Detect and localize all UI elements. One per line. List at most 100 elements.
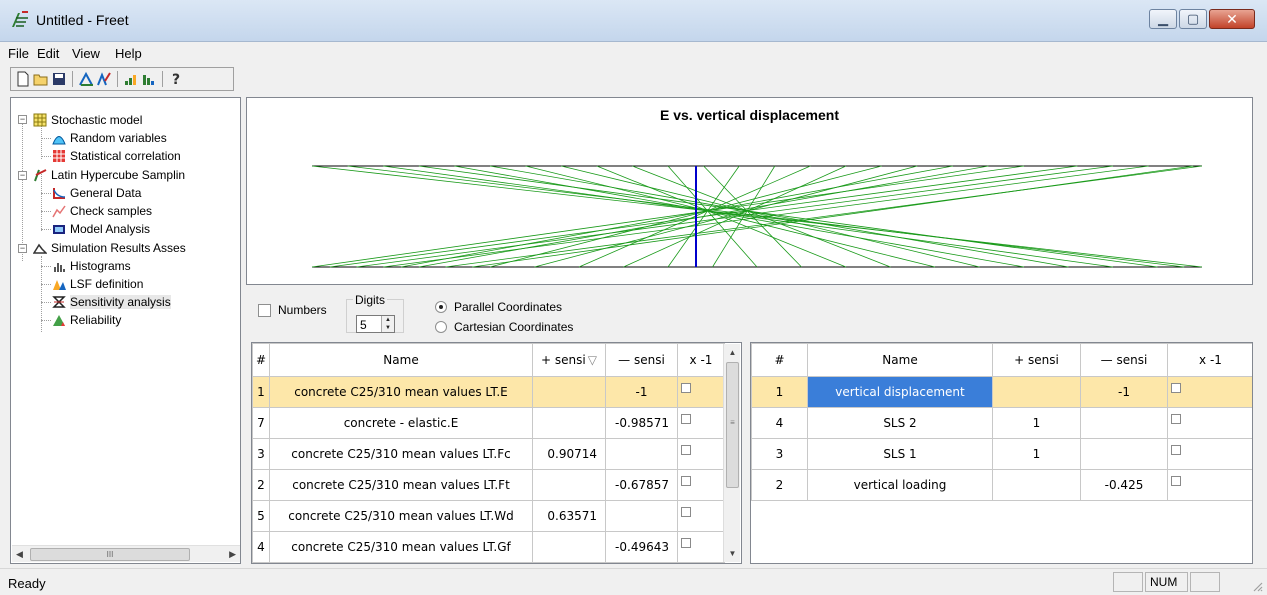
tree-item-lhs[interactable]: Latin Hypercube Samplin xyxy=(32,166,185,183)
parallel-radio[interactable] xyxy=(435,301,447,313)
invert-checkbox[interactable] xyxy=(681,383,691,393)
invert-checkbox[interactable] xyxy=(1171,383,1181,393)
row-positive-sensitivity[interactable] xyxy=(992,376,1081,408)
tree-item-sensitivity-analysis[interactable]: Sensitivity analysis xyxy=(51,293,171,310)
scroll-left-icon[interactable]: ◀ xyxy=(16,549,23,560)
menu-view[interactable]: View xyxy=(72,46,100,61)
row-negative-sensitivity[interactable] xyxy=(1080,407,1168,439)
help-button[interactable]: ? xyxy=(167,70,185,88)
resize-grip-icon[interactable] xyxy=(1251,580,1263,592)
row-positive-sensitivity[interactable]: 1 xyxy=(992,407,1081,439)
row-name[interactable]: vertical loading xyxy=(807,469,993,501)
menu-edit[interactable]: Edit xyxy=(37,46,59,61)
table-vertical-scrollbar[interactable]: ▲ ≡ ▼ xyxy=(723,344,740,562)
row-name[interactable]: vertical displacement xyxy=(807,376,993,408)
invert-cell[interactable] xyxy=(677,500,725,532)
column-header-pos-sensi[interactable]: + sensi ▽ xyxy=(532,343,606,377)
cartesian-radio[interactable] xyxy=(435,321,447,333)
row-name[interactable]: concrete C25/310 mean values LT.Ft xyxy=(269,469,533,501)
save-button[interactable] xyxy=(50,70,68,88)
column-header-name[interactable]: Name xyxy=(807,343,993,377)
column-header-neg-sensi[interactable]: — sensi xyxy=(1080,343,1168,377)
invert-cell[interactable] xyxy=(1167,407,1252,439)
table-row[interactable]: 3 concrete C25/310 mean values LT.Fc 0.907… xyxy=(252,438,725,470)
row-positive-sensitivity[interactable] xyxy=(532,531,606,563)
column-header-pos-sensi[interactable]: + sensi xyxy=(992,343,1081,377)
new-button[interactable] xyxy=(14,70,32,88)
invert-checkbox[interactable] xyxy=(681,445,691,455)
row-name[interactable]: concrete C25/310 mean values LT.Wd xyxy=(269,500,533,532)
row-number[interactable]: 1 xyxy=(252,376,270,408)
column-header-invert[interactable]: x -1 xyxy=(677,343,725,377)
collapse-stochastic-icon[interactable]: − xyxy=(18,115,27,124)
table-row[interactable]: 1 vertical displacement -1 xyxy=(751,376,1252,408)
invert-cell[interactable] xyxy=(1167,376,1252,408)
open-button[interactable] xyxy=(32,70,50,88)
radio-cartesian-row[interactable]: Cartesian Coordinates xyxy=(435,320,573,334)
scrollbar-thumb[interactable]: ≡ xyxy=(726,362,739,488)
invert-cell[interactable] xyxy=(1167,469,1252,501)
digits-value[interactable]: 5 xyxy=(360,318,367,332)
row-number[interactable]: 5 xyxy=(252,500,270,532)
row-name[interactable]: concrete C25/310 mean values LT.Gf xyxy=(269,531,533,563)
row-name[interactable]: SLS 1 xyxy=(807,438,993,470)
export-button[interactable] xyxy=(122,70,140,88)
row-negative-sensitivity[interactable] xyxy=(1080,438,1168,470)
column-header-num[interactable]: # xyxy=(252,343,270,377)
tree-item-check-samples[interactable]: Check samples xyxy=(51,202,152,219)
tree-item-model-analysis[interactable]: Model Analysis xyxy=(51,220,150,237)
menu-help[interactable]: Help xyxy=(115,46,142,61)
table-row[interactable]: 2 vertical loading -0.425 xyxy=(751,469,1252,501)
tree-horizontal-scrollbar[interactable]: ◀ III ▶ xyxy=(12,545,240,562)
row-name[interactable]: concrete C25/310 mean values LT.Fc xyxy=(269,438,533,470)
invert-cell[interactable] xyxy=(677,376,725,408)
tree-item-reliability[interactable]: Reliability xyxy=(51,311,121,328)
tree-item-simulation-results[interactable]: Simulation Results Asses xyxy=(32,239,186,256)
tree-item-stochastic-model[interactable]: Stochastic model xyxy=(32,111,142,128)
row-number[interactable]: 4 xyxy=(751,407,808,439)
column-header-name[interactable]: Name xyxy=(269,343,533,377)
scroll-right-icon[interactable]: ▶ xyxy=(229,549,236,560)
table-row[interactable]: 5 concrete C25/310 mean values LT.Wd 0.635… xyxy=(252,500,725,532)
row-positive-sensitivity[interactable] xyxy=(532,469,606,501)
random-variables-table[interactable]: # Name + sensi ▽ — sensi x -1 1 concrete C… xyxy=(251,342,742,564)
invert-checkbox[interactable] xyxy=(681,476,691,486)
minimize-button[interactable]: ▁ xyxy=(1149,9,1177,29)
invert-cell[interactable] xyxy=(1167,438,1252,470)
column-header-num[interactable]: # xyxy=(751,343,808,377)
row-positive-sensitivity[interactable] xyxy=(992,469,1081,501)
scroll-down-icon[interactable]: ▼ xyxy=(724,545,741,562)
row-positive-sensitivity[interactable]: 0.90714 xyxy=(532,438,606,470)
maximize-button[interactable]: ▢ xyxy=(1179,9,1207,29)
sampling-button[interactable] xyxy=(77,70,95,88)
invert-checkbox[interactable] xyxy=(1171,414,1181,424)
radio-parallel-row[interactable]: Parallel Coordinates xyxy=(435,300,562,314)
invert-cell[interactable] xyxy=(677,469,725,501)
tree-item-statistical-correlation[interactable]: Statistical correlation xyxy=(51,147,181,164)
tree-item-random-variables[interactable]: Random variables xyxy=(51,129,167,146)
row-positive-sensitivity[interactable] xyxy=(532,407,606,439)
row-positive-sensitivity[interactable] xyxy=(532,376,606,408)
scroll-up-icon[interactable]: ▲ xyxy=(724,344,741,361)
row-name[interactable]: concrete - elastic.E xyxy=(269,407,533,439)
numbers-checkbox-row[interactable]: Numbers xyxy=(258,303,327,317)
row-number[interactable]: 2 xyxy=(252,469,270,501)
invert-checkbox[interactable] xyxy=(1171,445,1181,455)
row-negative-sensitivity[interactable]: -1 xyxy=(1080,376,1168,408)
table-row[interactable]: 3 SLS 11 xyxy=(751,438,1252,470)
row-name[interactable]: concrete C25/310 mean values LT.E xyxy=(269,376,533,408)
tree-item-histograms[interactable]: Histograms xyxy=(51,257,131,274)
row-number[interactable]: 3 xyxy=(751,438,808,470)
scrollbar-thumb[interactable]: III xyxy=(30,548,190,561)
invert-checkbox[interactable] xyxy=(681,538,691,548)
invert-cell[interactable] xyxy=(677,531,725,563)
digits-spinner[interactable]: 5 ▲ ▼ xyxy=(356,315,395,333)
invert-checkbox[interactable] xyxy=(681,414,691,424)
table-row[interactable]: 4 concrete C25/310 mean values LT.Gf -0.49… xyxy=(252,531,725,563)
project-tree[interactable]: − − − Stochastic model Random variables … xyxy=(10,97,241,564)
row-name[interactable]: SLS 2 xyxy=(807,407,993,439)
row-negative-sensitivity[interactable]: -1 xyxy=(605,376,678,408)
close-button[interactable]: ✕ xyxy=(1209,9,1255,29)
numbers-checkbox[interactable] xyxy=(258,303,271,317)
invert-cell[interactable] xyxy=(677,438,725,470)
